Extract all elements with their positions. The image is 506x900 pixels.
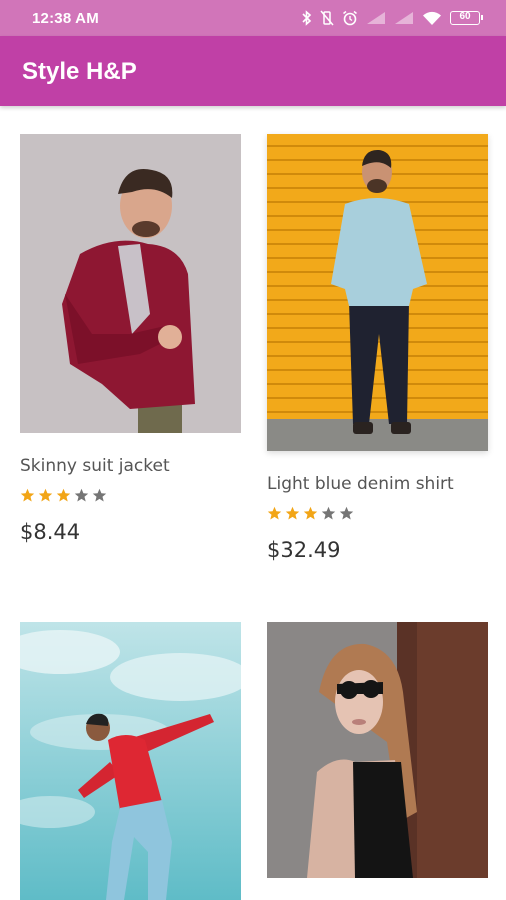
product-image-1[interactable] [20,134,241,433]
star-empty-icon [92,488,107,502]
app-bar: Style H&P [0,36,506,106]
bluetooth-icon [302,10,312,26]
status-bar: 12:38 AM 60 [0,0,506,36]
battery-icon: 60 [450,11,483,25]
star-filled-icon [303,506,318,520]
product-rating-2 [267,506,354,522]
star-filled-icon [38,488,53,502]
star-empty-icon [339,506,354,520]
vibrate-off-icon [320,10,334,26]
product-price-1: $8.44 [20,520,81,544]
status-icons: 60 [302,9,483,27]
product-image-4[interactable] [267,622,488,878]
product-name-2[interactable]: Light blue denim shirt [267,474,454,494]
product-price-2: $32.49 [267,538,341,562]
product-rating-1 [20,488,107,504]
product-image-3[interactable] [20,622,241,900]
product-name-1[interactable]: Skinny suit jacket [20,456,170,476]
status-time: 12:38 AM [32,10,99,27]
star-filled-icon [56,488,71,502]
star-filled-icon [20,488,35,502]
star-empty-icon [321,506,336,520]
signal-icon-2 [395,12,413,24]
star-filled-icon [285,506,300,520]
wifi-icon [423,11,441,25]
star-filled-icon [267,506,282,520]
app-title: Style H&P [22,58,137,85]
product-image-2[interactable] [267,134,488,451]
battery-level: 60 [459,11,471,22]
star-empty-icon [74,488,89,502]
alarm-icon [343,10,357,26]
signal-icon [367,12,385,24]
